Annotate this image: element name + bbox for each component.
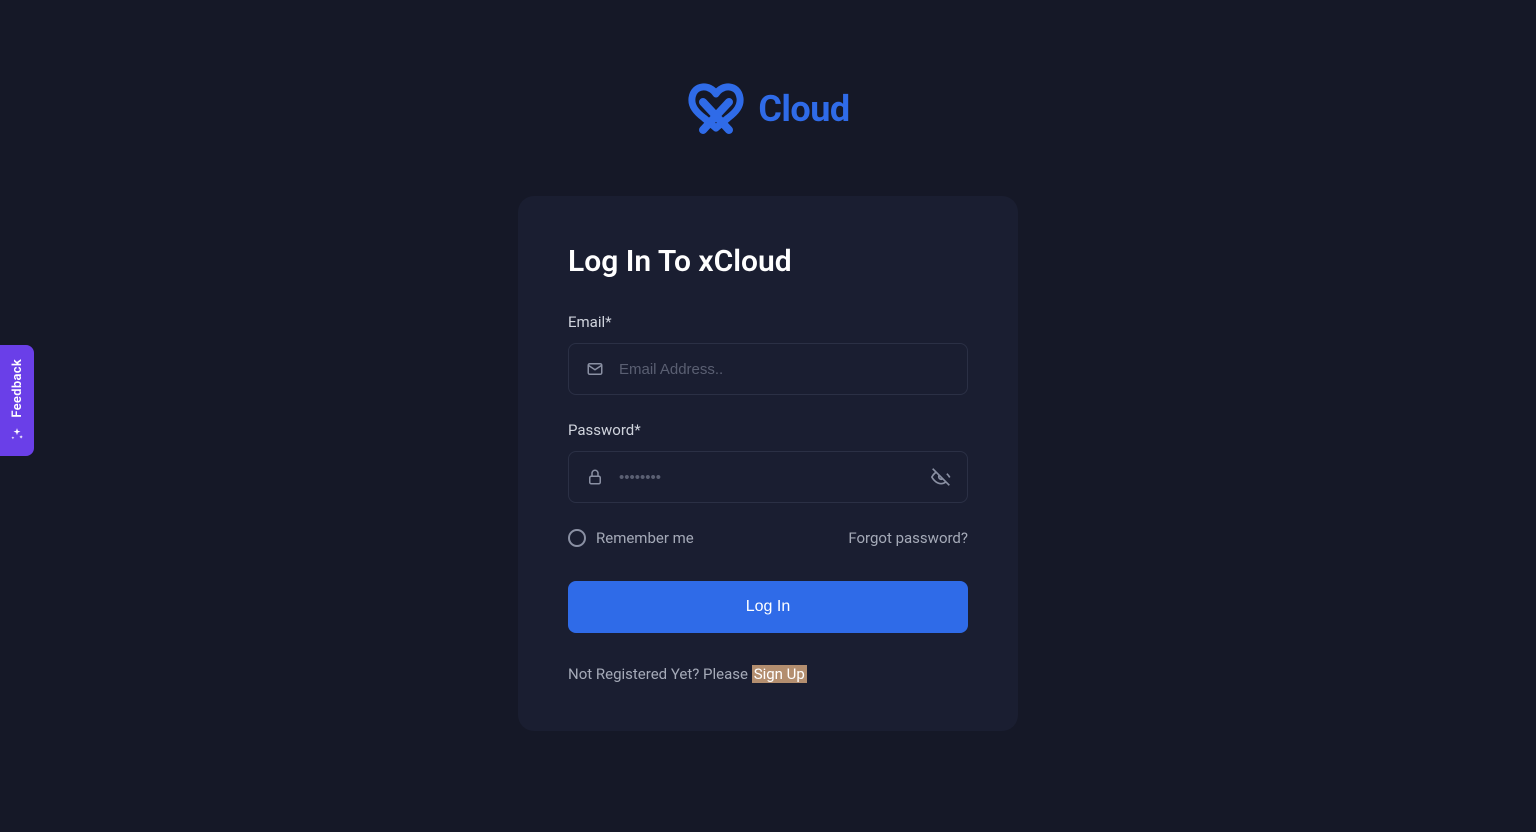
password-input-wrap bbox=[568, 451, 968, 503]
email-input[interactable] bbox=[605, 344, 951, 394]
login-card: Log In To xCloud Email* Password* bbox=[518, 196, 1018, 731]
feedback-label: Feedback bbox=[10, 359, 25, 418]
eye-off-icon[interactable] bbox=[931, 467, 951, 487]
sparkle-icon bbox=[9, 426, 25, 442]
password-field-group: Password* bbox=[568, 421, 968, 503]
email-label: Email* bbox=[568, 313, 968, 331]
remember-me-checkbox[interactable]: Remember me bbox=[568, 529, 694, 547]
login-title: Log In To xCloud bbox=[568, 244, 968, 279]
lock-icon bbox=[585, 467, 605, 487]
password-label: Password* bbox=[568, 421, 968, 439]
signup-link[interactable]: Sign Up bbox=[752, 665, 807, 683]
feedback-tab[interactable]: Feedback bbox=[0, 345, 34, 456]
email-field-group: Email* bbox=[568, 313, 968, 395]
mail-icon bbox=[585, 359, 605, 379]
email-input-wrap bbox=[568, 343, 968, 395]
radio-unchecked-icon bbox=[568, 529, 586, 547]
brand-logo: Cloud bbox=[686, 82, 849, 136]
remember-me-label: Remember me bbox=[596, 529, 694, 547]
signup-prompt-text: Not Registered Yet? Please bbox=[568, 665, 752, 683]
password-input[interactable] bbox=[605, 452, 931, 502]
login-button[interactable]: Log In bbox=[568, 581, 968, 633]
forgot-password-link[interactable]: Forgot password? bbox=[848, 529, 968, 547]
brand-name: Cloud bbox=[758, 88, 849, 130]
signup-prompt: Not Registered Yet? Please Sign Up bbox=[568, 665, 968, 683]
heart-x-icon bbox=[686, 82, 746, 136]
